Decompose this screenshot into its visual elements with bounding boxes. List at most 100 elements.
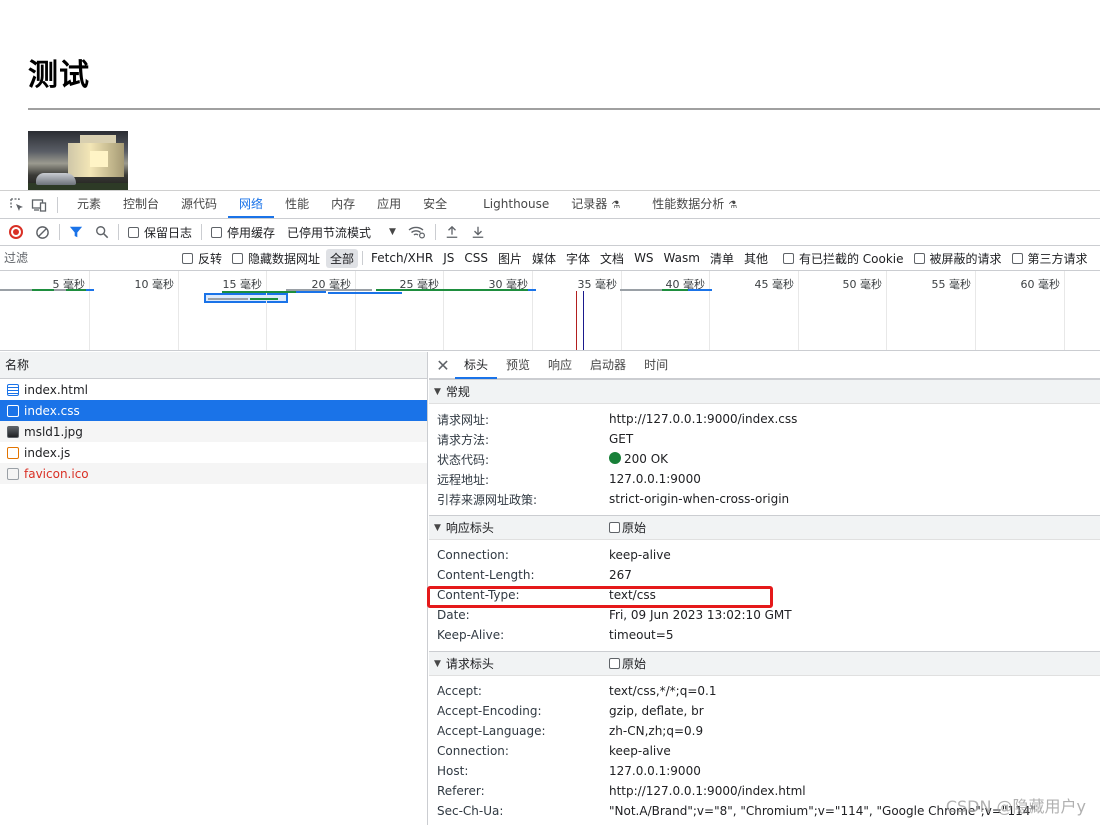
timeline-gridline (709, 271, 710, 350)
throttling-label: 已停用节流模式 (287, 225, 372, 240)
filter-input[interactable] (4, 248, 172, 268)
filter-toggle-button[interactable] (63, 219, 89, 245)
wifi-settings-icon (408, 226, 425, 239)
column-header-name[interactable]: 名称 (0, 352, 427, 379)
disable-cache-checkbox[interactable]: 停用缓存 (205, 219, 281, 245)
header-value: keep-alive (609, 548, 671, 562)
timeline-request-bar (644, 289, 662, 291)
blocked-requests-label: 被屏蔽的请求 (929, 251, 1002, 266)
raw-toggle-checkbox[interactable]: 原始 (609, 519, 646, 536)
tab-performance-insights[interactable]: 性能数据分析 ⚗ (641, 191, 748, 218)
filter-type-doc[interactable]: 文档 (596, 249, 628, 268)
filter-type-fetch-xhr[interactable]: Fetch/XHR (367, 250, 437, 266)
request-row[interactable]: index.html (0, 379, 427, 400)
inspect-element-icon[interactable] (7, 195, 27, 215)
tab-performance[interactable]: 性能 (274, 191, 320, 218)
filter-type-all[interactable]: 全部 (326, 248, 359, 268)
filter-bar: 反转 隐藏数据网址 全部 Fetch/XHR JS CSS 图片 媒体 字体 文… (0, 246, 1100, 271)
record-button[interactable] (0, 219, 29, 245)
timeline-event-marker (576, 291, 577, 350)
filter-type-js[interactable]: JS (439, 250, 458, 266)
import-har-button[interactable] (439, 219, 465, 245)
triangle-down-icon: ▼ (434, 386, 441, 397)
timeline-request-bar (528, 289, 536, 291)
export-har-button[interactable] (465, 219, 491, 245)
header-row: 请求网址: http://127.0.0.1:9000/index.css (429, 409, 1100, 429)
header-row: Keep-Alive: timeout=5 (429, 625, 1100, 645)
tab-sources[interactable]: 源代码 (170, 191, 228, 218)
section-request-headers-header[interactable]: ▼ 请求标头 原始 (429, 651, 1100, 676)
header-value: GET (609, 432, 634, 446)
checkbox (609, 522, 620, 533)
blocked-requests-checkbox[interactable]: 被屏蔽的请求 (913, 250, 1002, 267)
network-conditions-button[interactable] (402, 219, 432, 245)
timeline-gridline (1064, 271, 1065, 350)
tab-response[interactable]: 响应 (539, 352, 581, 379)
filter-type-css[interactable]: CSS (460, 250, 492, 266)
filter-type-font[interactable]: 字体 (562, 249, 594, 268)
timeline-request-bar (18, 289, 32, 291)
invert-checkbox[interactable]: 反转 (182, 250, 222, 267)
request-name: index.html (24, 382, 88, 397)
tab-timing[interactable]: 时间 (635, 352, 677, 379)
tab-security[interactable]: 安全 (412, 191, 458, 218)
tab-elements[interactable]: 元素 (66, 191, 112, 218)
section-title: 响应标头 (445, 521, 494, 535)
timeline-request-bar (688, 289, 712, 291)
timeline-gridline (266, 271, 267, 350)
header-value: text/css,*/*;q=0.1 (609, 684, 717, 698)
tab-lighthouse[interactable]: Lighthouse (472, 191, 560, 218)
timeline-tick-label: 35 毫秒 (577, 278, 618, 291)
header-row: 状态代码: 200 OK (429, 449, 1100, 469)
third-party-checkbox[interactable]: 第三方请求 (1011, 250, 1088, 267)
network-overview-timeline[interactable]: 5 毫秒 10 毫秒 15 毫秒 20 毫秒 25 毫秒 30 毫秒 35 毫秒 40 毫秒 4… (0, 271, 1100, 351)
header-key: 状态代码: (437, 452, 490, 467)
search-button[interactable] (89, 219, 115, 245)
header-key: Accept-Language: (437, 724, 546, 738)
blank-file-icon (7, 467, 19, 480)
tab-preview[interactable]: 预览 (497, 352, 539, 379)
request-row[interactable]: msld1.jpg (0, 421, 427, 442)
filter-type-other[interactable]: 其他 (740, 249, 772, 268)
request-row[interactable]: favicon.ico (0, 463, 427, 484)
request-name: index.js (24, 445, 71, 460)
request-row[interactable]: index.js (0, 442, 427, 463)
timeline-request-bar (66, 289, 86, 291)
checkbox (128, 226, 139, 238)
tab-application[interactable]: 应用 (366, 191, 412, 218)
tab-network[interactable]: 网络 (228, 191, 275, 218)
throttling-select[interactable]: 已停用节流模式 ▼ (281, 219, 402, 245)
filter-type-media[interactable]: 媒体 (528, 249, 560, 268)
filter-type-manifest[interactable]: 清单 (706, 249, 738, 268)
section-general-header[interactable]: ▼ 常规 (429, 379, 1100, 404)
preserve-log-checkbox[interactable]: 保留日志 (122, 219, 198, 245)
request-row[interactable]: index.css (0, 400, 427, 421)
device-toolbar-icon[interactable] (29, 195, 49, 215)
tab-console[interactable]: 控制台 (112, 191, 170, 218)
filter-type-ws[interactable]: WS (630, 250, 657, 266)
tab-initiator[interactable]: 启动器 (581, 352, 635, 379)
header-row: Accept: text/css,*/*;q=0.1 (429, 681, 1100, 701)
flask-icon: ⚗ (728, 200, 738, 211)
hide-data-urls-checkbox[interactable]: 隐藏数据网址 (232, 250, 320, 267)
tab-memory[interactable]: 内存 (320, 191, 366, 218)
disable-cache-label: 停用缓存 (227, 225, 276, 240)
close-icon[interactable]: ✕ (431, 356, 455, 375)
timeline-request-bar (250, 298, 278, 300)
tab-headers[interactable]: 标头 (455, 352, 498, 379)
blocked-cookies-checkbox[interactable]: 有已拦截的 Cookie (782, 250, 904, 267)
header-value: timeout=5 (609, 628, 674, 642)
upload-icon (446, 225, 458, 238)
clear-button[interactable] (29, 219, 56, 245)
header-value: 127.0.0.1:9000 (609, 472, 701, 486)
filter-type-img[interactable]: 图片 (494, 249, 526, 268)
script-icon (7, 446, 19, 459)
filter-type-wasm[interactable]: Wasm (660, 250, 704, 266)
section-title: 常规 (445, 385, 470, 399)
third-party-label: 第三方请求 (1027, 251, 1088, 266)
section-response-headers-header[interactable]: ▼ 响应标头 原始 (429, 515, 1100, 540)
hide-data-urls-label: 隐藏数据网址 (248, 251, 321, 266)
tab-recorder[interactable]: 记录器 ⚗ (560, 191, 631, 218)
request-list: 名称 index.html index.css msld1.jpg index.… (0, 352, 428, 825)
raw-toggle-checkbox[interactable]: 原始 (609, 655, 646, 672)
